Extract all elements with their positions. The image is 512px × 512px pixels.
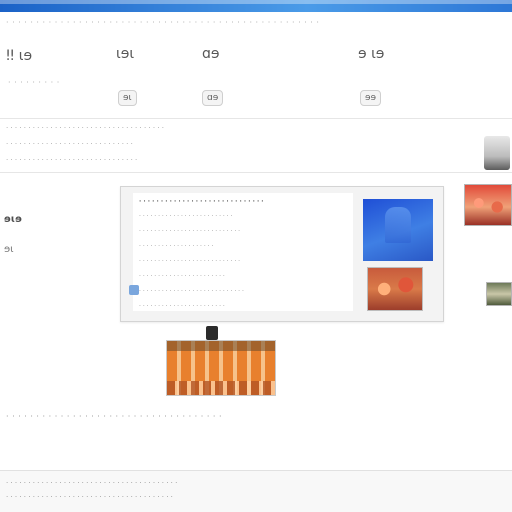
strip-rule-bottom bbox=[0, 172, 512, 173]
footer-line-2: · · · · · · · · · · · · · · · · · · · · … bbox=[6, 493, 173, 501]
bottom-image[interactable] bbox=[166, 340, 276, 396]
footer-line-1: · · · · · · · · · · · · · · · · · · · · … bbox=[6, 479, 178, 487]
panel-line-7: · · · · · · · · · · · · · · · · · · · · … bbox=[139, 289, 244, 295]
title-bar bbox=[0, 0, 512, 12]
strip-line-3: · · · · · · · · · · · · · · · · · · · · … bbox=[6, 156, 138, 164]
left-label-2: ɘɩ bbox=[4, 244, 14, 255]
panel-image-orange[interactable] bbox=[367, 267, 423, 311]
footer: · · · · · · · · · · · · · · · · · · · · … bbox=[0, 470, 512, 512]
title-bar-sheen bbox=[0, 0, 512, 4]
corner-thumbnail[interactable] bbox=[484, 136, 510, 170]
panel-line-3: · · · · · · · · · · · · · · · · · · · · … bbox=[139, 229, 241, 235]
header-glyph-1: ǃǃ ɩɘ bbox=[6, 48, 33, 64]
nav-chip-2[interactable]: ɑɘ bbox=[202, 90, 224, 106]
right-thumbnail-1[interactable] bbox=[464, 184, 512, 226]
header-glyph-4: ɘ ɩɘ bbox=[358, 46, 385, 62]
panel-text-block: · · · · · · · · · · · · · · · · · · · · … bbox=[133, 193, 353, 311]
panel-line-1: · · · · · · · · · · · · · · · · · · · · … bbox=[139, 199, 264, 205]
right-thumbnail-2[interactable] bbox=[486, 282, 512, 306]
image-handle-icon bbox=[206, 326, 218, 340]
panel-line-2: · · · · · · · · · · · · · · · · · · · · … bbox=[139, 214, 233, 220]
header-glyph-3: ɑɘ bbox=[202, 46, 220, 62]
header-subtext: · · · · · · · · · bbox=[8, 78, 60, 86]
strip-rule-top bbox=[0, 118, 512, 119]
panel-line-8: · · · · · · · · · · · · · · · · · · · · … bbox=[139, 304, 225, 310]
panel-line-5: · · · · · · · · · · · · · · · · · · · · … bbox=[139, 259, 241, 265]
panel-line-6: · · · · · · · · · · · · · · · · · · · · … bbox=[139, 274, 225, 280]
left-label-1: ɘɩɘ bbox=[4, 214, 22, 225]
toolbar-row: · · · · · · · · · · · · · · · · · · · · … bbox=[6, 18, 320, 27]
strip-line-1: · · · · · · · · · · · · · · · · · · · · … bbox=[6, 124, 164, 132]
caption-text: · · · · · · · · · · · · · · · · · · · · … bbox=[6, 412, 223, 421]
panel-line-4: · · · · · · · · · · · · · · · · · · · · bbox=[139, 244, 214, 250]
panel-image-blue[interactable] bbox=[363, 199, 433, 261]
nav-chip-3[interactable]: ɘɘ bbox=[360, 90, 382, 106]
featured-panel[interactable]: · · · · · · · · · · · · · · · · · · · · … bbox=[120, 186, 444, 322]
header-glyph-2: ɩɘɩ bbox=[116, 46, 135, 62]
panel-icon bbox=[129, 285, 139, 295]
strip-line-2: · · · · · · · · · · · · · · · · · · · · … bbox=[6, 140, 133, 148]
nav-chip-1[interactable]: ɘɩ bbox=[118, 90, 137, 106]
